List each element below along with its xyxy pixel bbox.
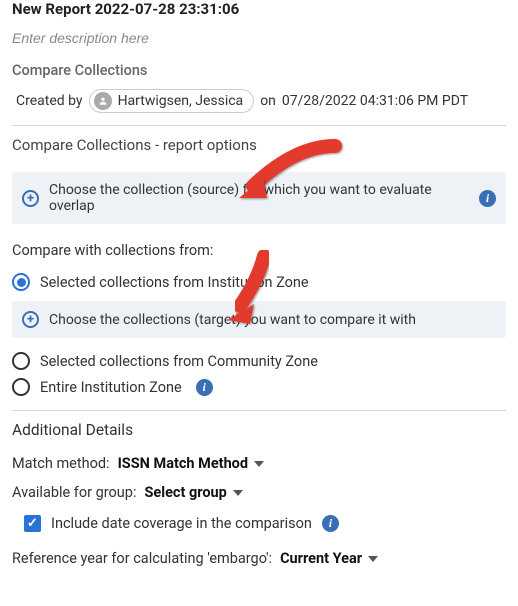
choose-source-bar[interactable]: + Choose the collection (source) for whi… <box>12 172 506 224</box>
additional-details-heading: Additional Details <box>12 421 506 439</box>
available-group-label: Available for group: <box>12 484 136 501</box>
match-method-select[interactable]: ISSN Match Method <box>118 455 264 472</box>
available-group-value: Select group <box>144 484 226 501</box>
radio-label: Entire Institution Zone <box>40 379 182 396</box>
report-options-heading: Compare Collections - report options <box>12 136 506 154</box>
chevron-down-icon <box>233 490 243 496</box>
reference-year-label: Reference year for calculating 'embargo'… <box>12 550 272 567</box>
chevron-down-icon <box>368 556 378 562</box>
user-name: Hartwigsen, Jessica <box>118 93 244 109</box>
choose-target-bar[interactable]: + Choose the collections (target) you wa… <box>12 301 506 338</box>
reference-year-select[interactable]: Current Year <box>280 550 378 567</box>
compare-from-label: Compare with collections from: <box>12 242 506 259</box>
radio-icon <box>12 378 30 396</box>
description-input[interactable] <box>12 28 506 48</box>
chevron-down-icon <box>254 461 264 467</box>
match-method-label: Match method: <box>12 455 110 472</box>
available-group-row: Available for group: Select group <box>12 484 506 501</box>
radio-label: Selected collections from Institution Zo… <box>40 274 309 291</box>
compare-collections-label: Compare Collections <box>12 62 506 79</box>
add-icon: + <box>22 190 39 207</box>
radio-institution-zone[interactable]: Selected collections from Institution Zo… <box>12 269 506 295</box>
radio-entire-institution[interactable]: Entire Institution Zone i <box>12 374 506 400</box>
include-date-label: Include date coverage in the comparison <box>51 515 312 532</box>
created-by-row: Created by Hartwigsen, Jessica on 07/28/… <box>12 87 506 123</box>
choose-source-text: Choose the collection (source) for which… <box>49 182 469 214</box>
radio-icon <box>12 352 30 370</box>
divider <box>12 410 506 411</box>
radio-icon <box>12 273 30 291</box>
info-icon[interactable]: i <box>322 515 339 532</box>
info-icon[interactable]: i <box>196 379 213 396</box>
user-avatar-icon <box>94 92 112 110</box>
available-group-select[interactable]: Select group <box>144 484 242 501</box>
info-icon[interactable]: i <box>479 190 496 207</box>
report-title: New Report 2022-07-28 23:31:06 <box>12 0 506 18</box>
created-on-label: on <box>260 93 276 109</box>
match-method-value: ISSN Match Method <box>118 455 248 472</box>
created-by-label: Created by <box>16 93 83 109</box>
radio-community-zone[interactable]: Selected collections from Community Zone <box>12 348 506 374</box>
add-icon: + <box>22 311 39 328</box>
include-date-row[interactable]: ✓ Include date coverage in the compariso… <box>24 515 506 532</box>
user-chip[interactable]: Hartwigsen, Jessica <box>89 89 255 113</box>
checkbox-checked-icon: ✓ <box>24 515 41 532</box>
reference-year-value: Current Year <box>280 550 362 567</box>
reference-year-row: Reference year for calculating 'embargo'… <box>12 550 506 567</box>
created-timestamp: 07/28/2022 04:31:06 PM PDT <box>282 93 468 109</box>
match-method-row: Match method: ISSN Match Method <box>12 455 506 472</box>
choose-target-text: Choose the collections (target) you want… <box>49 312 496 328</box>
divider <box>12 125 506 126</box>
radio-label: Selected collections from Community Zone <box>40 353 318 370</box>
